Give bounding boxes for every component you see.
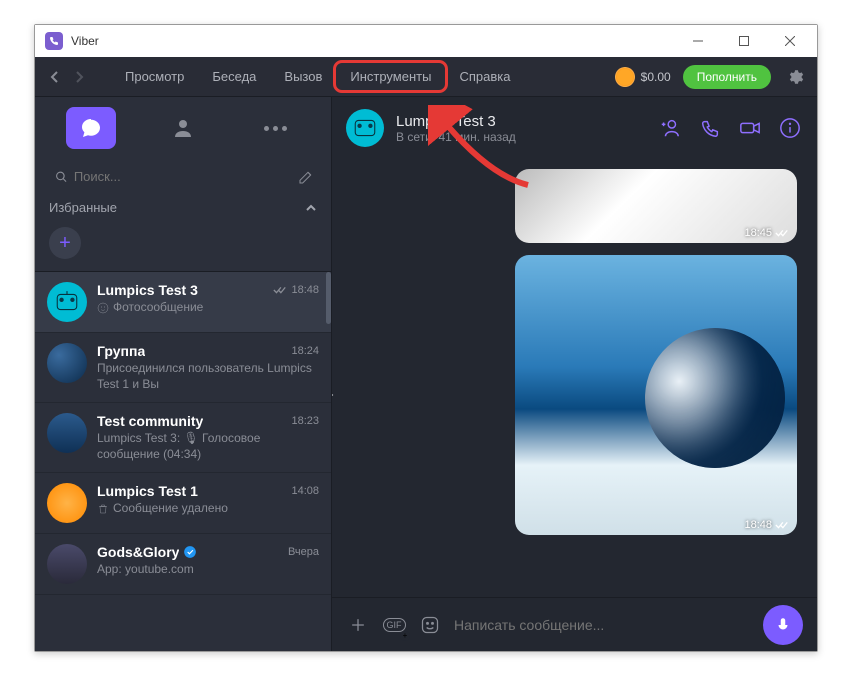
menu-chat[interactable]: Беседа xyxy=(198,63,270,90)
message-time: 18:45 xyxy=(744,227,772,239)
avatar xyxy=(47,413,87,453)
chat-preview: Сообщение удалено xyxy=(113,501,228,517)
message-image-wave[interactable]: 18:48 xyxy=(515,255,797,535)
menu-tools[interactable]: Инструменты xyxy=(336,63,445,90)
chat-name: Test community xyxy=(97,413,203,429)
chat-time: Вчера xyxy=(288,546,319,558)
chat-title: Lumpics Test 3 xyxy=(396,113,645,130)
search-box[interactable] xyxy=(49,165,287,188)
menu-view[interactable]: Просмотр xyxy=(111,63,198,90)
gif-button[interactable]: GIF+ xyxy=(382,613,406,637)
sidebar: Избранные + Lumpics Test 3 18:48 Фотосоо… xyxy=(35,97,332,651)
chat-item-test-community[interactable]: Test community 18:23 Lumpics Test 3: 🎙 Го… xyxy=(35,403,331,473)
chat-item-lumpics-test-1[interactable]: Lumpics Test 1 14:08 Сообщение удалено xyxy=(35,473,331,534)
app-window: Viber Просмотр Беседа Вызов Инструменты … xyxy=(34,24,818,652)
chat-item-gods-glory[interactable]: Gods&Glory Вчера App: youtube.com xyxy=(35,534,331,595)
message-outgoing[interactable]: 18:45 xyxy=(352,169,797,243)
menu-call[interactable]: Вызов xyxy=(270,63,336,90)
messages-area[interactable]: 18:45 18:48 xyxy=(332,159,817,597)
avatar xyxy=(47,282,87,322)
chat-name: Группа xyxy=(97,343,145,359)
search-input[interactable] xyxy=(74,169,281,184)
chat-panel: Lumpics Test 3 В сети: 41 мин. назад 18:… xyxy=(332,97,817,651)
verified-icon xyxy=(183,545,197,559)
voice-call-button[interactable] xyxy=(697,115,723,141)
favorites-label: Избранные xyxy=(49,200,117,215)
video-call-button[interactable] xyxy=(737,115,763,141)
chat-preview: Присоединился пользователь Lumpics Test … xyxy=(97,361,319,392)
settings-button[interactable] xyxy=(781,57,809,97)
nav-back-button[interactable] xyxy=(43,65,67,89)
sticker-button[interactable] xyxy=(418,613,442,637)
message-input[interactable] xyxy=(454,617,751,633)
read-icon xyxy=(775,228,789,238)
chat-name: Lumpics Test 3 xyxy=(97,282,198,298)
avatar xyxy=(47,483,87,523)
trash-icon xyxy=(97,503,109,515)
close-button[interactable] xyxy=(767,25,813,57)
message-time: 18:48 xyxy=(744,519,772,531)
balance-display[interactable]: $0.00 xyxy=(615,67,671,87)
chevron-up-icon xyxy=(305,202,317,214)
chat-time: 18:24 xyxy=(291,345,319,357)
scrollbar-thumb[interactable] xyxy=(326,272,331,324)
avatar xyxy=(47,343,87,383)
chat-time: 18:23 xyxy=(291,415,319,427)
voice-message-button[interactable] xyxy=(763,605,803,645)
viber-logo-icon xyxy=(45,32,63,50)
attach-button[interactable] xyxy=(346,613,370,637)
window-title: Viber xyxy=(71,34,99,48)
menubar: Просмотр Беседа Вызов Инструменты Справк… xyxy=(35,57,817,97)
chat-status: В сети: 41 мин. назад xyxy=(396,130,645,144)
chat-time: 14:08 xyxy=(291,485,319,497)
chat-name: Lumpics Test 1 xyxy=(97,483,198,499)
menu-help[interactable]: Справка xyxy=(445,63,524,90)
chat-preview: Lumpics Test 3: 🎙 Голосовое сообщение (0… xyxy=(97,431,319,462)
chat-info-button[interactable] xyxy=(777,115,803,141)
tab-chats[interactable] xyxy=(66,107,116,149)
emoji-icon xyxy=(97,302,109,314)
chat-avatar[interactable] xyxy=(346,109,384,147)
chat-preview: App: youtube.com xyxy=(97,562,194,578)
topup-button[interactable]: Пополнить xyxy=(683,65,771,89)
nav-forward-button[interactable] xyxy=(67,65,91,89)
message-input-bar: GIF+ xyxy=(332,597,817,651)
message-outgoing[interactable]: 18:48 xyxy=(352,255,797,535)
message-image-dice[interactable]: 18:45 xyxy=(515,169,797,243)
chat-list: Lumpics Test 3 18:48 Фотосообщение Групп… xyxy=(35,271,331,651)
chat-item-lumpics-test-3[interactable]: Lumpics Test 3 18:48 Фотосообщение xyxy=(35,272,331,333)
forward-button[interactable] xyxy=(332,382,338,408)
chat-name: Gods&Glory xyxy=(97,544,179,560)
tab-contacts[interactable] xyxy=(158,107,208,149)
avatar xyxy=(47,544,87,584)
add-favorite-button[interactable]: + xyxy=(49,227,81,259)
favorites-toggle[interactable]: Избранные xyxy=(35,194,331,221)
chat-item-group[interactable]: Группа 18:24 Присоединился пользователь L… xyxy=(35,333,331,403)
search-icon xyxy=(55,170,68,184)
maximize-button[interactable] xyxy=(721,25,767,57)
add-contact-button[interactable] xyxy=(657,115,683,141)
chat-preview: Фотосообщение xyxy=(113,300,203,316)
balance-amount: $0.00 xyxy=(641,70,671,84)
balance-icon xyxy=(615,67,635,87)
minimize-button[interactable] xyxy=(675,25,721,57)
read-indicator: 18:48 xyxy=(273,284,319,296)
compose-button[interactable] xyxy=(295,166,317,188)
titlebar: Viber xyxy=(35,25,817,57)
tab-more[interactable] xyxy=(250,107,300,149)
read-icon xyxy=(775,520,789,530)
chat-header: Lumpics Test 3 В сети: 41 мин. назад xyxy=(332,97,817,159)
